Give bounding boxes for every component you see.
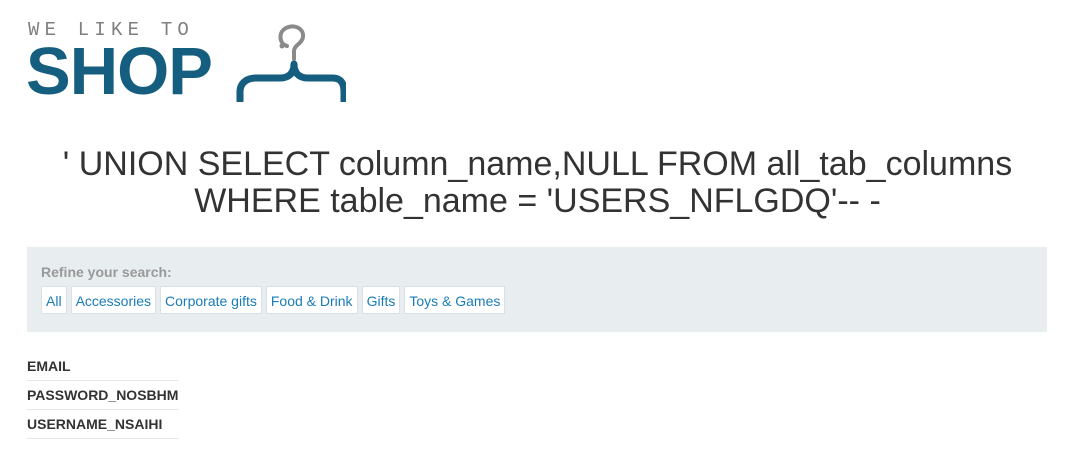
logo-wordmark: SHOP	[26, 34, 213, 109]
hanger-icon	[236, 24, 346, 102]
table-cell: PASSWORD_NOSBHM	[27, 380, 179, 410]
filter-category-list: All Accessories Corporate gifts Food & D…	[41, 286, 506, 314]
filter-link-all[interactable]: All	[41, 286, 67, 314]
table-cell: EMAIL	[27, 352, 179, 381]
shop-logo[interactable]: WE LIKE TO SHOP	[26, 14, 346, 109]
filter-link-gifts[interactable]: Gifts	[361, 286, 401, 314]
table-row: PASSWORD_NOSBHM	[27, 380, 179, 410]
page: WE LIKE TO SHOP ' UNION SELECT column_na…	[0, 0, 1088, 459]
filter-panel: Refine your search: All Accessories Corp…	[27, 247, 1047, 332]
table-cell: USERNAME_NSAIHI	[27, 409, 179, 439]
page-title: ' UNION SELECT column_name,NULL FROM all…	[62, 145, 1013, 220]
table-row: USERNAME_NSAIHI	[27, 409, 179, 439]
results-table: EMAIL PASSWORD_NOSBHM USERNAME_NSAIHI	[27, 352, 179, 439]
table-row: EMAIL	[27, 352, 179, 381]
filter-link-toys-games[interactable]: Toys & Games	[404, 286, 506, 314]
filter-link-accessories[interactable]: Accessories	[70, 286, 157, 314]
filter-label: Refine your search:	[41, 264, 172, 280]
filter-link-corporate-gifts[interactable]: Corporate gifts	[160, 286, 262, 314]
filter-link-food-drink[interactable]: Food & Drink	[265, 286, 358, 314]
